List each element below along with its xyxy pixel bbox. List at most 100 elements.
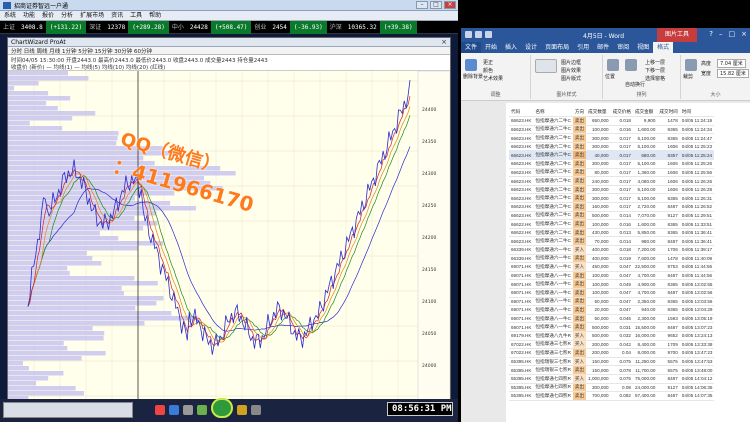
close-icon[interactable]: × — [444, 1, 456, 9]
table-row[interactable]: 65395.HK 恒指瑞银三七熊R 卖出 150,000 0.078 11,700.00 5… — [509, 365, 715, 375]
table-row[interactable]: 66623.HK 恒指摩通六二牛C 卖出 100,000 0.016 1,600.00 83… — [509, 125, 715, 135]
close-icon[interactable]: × — [741, 31, 747, 38]
status-box[interactable] — [3, 402, 133, 418]
table-row[interactable]: 66623.HK 恒指摩通六二牛C 卖出 500,000 0.014 7,070.00 91… — [509, 211, 715, 221]
word-titlebar[interactable]: 4月5日 - Word 图片工具 ? – □ × — [461, 28, 750, 42]
minimize-icon[interactable]: – — [719, 31, 723, 38]
tray-app-icon[interactable] — [169, 405, 179, 415]
price-chart[interactable]: 24400 24350 24300 24250 24200 24150 24100 24050… — [8, 71, 450, 401]
bring-forward-button[interactable]: 上移一层 — [645, 59, 665, 66]
crop-icon[interactable] — [685, 59, 697, 71]
wrap-text-icon[interactable] — [625, 59, 637, 71]
table-row[interactable]: 65395.HK 恒指瑞银三七熊R 买入 150,000 0.075 11,250.00 5… — [509, 357, 715, 367]
table-row[interactable]: 69071.HK 恒指摩通八一牛C 卖出 100,000 0.049 4,900.00 83… — [509, 279, 715, 289]
tab-insert[interactable]: 插入 — [501, 42, 521, 53]
table-cell-time: 04/05 13:05:19 — [679, 314, 715, 324]
tray-app-icon[interactable] — [183, 405, 193, 415]
trades-table[interactable]: 代码 名称 方向 成交数量 成交价格 成交金额 成交时间 时间 66623.HK 恒指摩通六二牛… — [509, 108, 715, 401]
selection-pane-button[interactable]: 选择窗格 — [645, 75, 665, 82]
save-icon[interactable] — [465, 31, 472, 38]
chart-tab[interactable]: ChartWizard ProAt — [11, 39, 66, 46]
table-row[interactable]: 66623.HK 恒指摩通六二牛C 卖出 650,000 0.018 9,900 1478 0… — [509, 116, 715, 126]
tab-format[interactable]: 格式 — [653, 42, 674, 53]
menu-item[interactable]: 功能 — [23, 11, 35, 20]
table-row[interactable]: 66623.HK 恒指摩通六二牛C 卖出 300,000 0.017 5,100.00 16… — [509, 185, 715, 195]
table-row[interactable]: 69071.HK 恒指摩通八一牛C 卖出 500,000 0.031 15,500.00 8… — [509, 322, 715, 332]
wrap-text-button[interactable]: 自动换行 — [625, 81, 645, 88]
tab-design[interactable]: 设计 — [521, 42, 541, 53]
table-row[interactable]: 66623.HK 恒指摩通六二牛C 卖出 240,000 0.017 4,080.00 16… — [509, 176, 715, 186]
position-button[interactable]: 位置 — [605, 73, 615, 80]
table-row[interactable]: 67022.HK 恒指摩通三七熊R 买入 200,000 0.042 8,400.00 17… — [509, 340, 715, 350]
table-row[interactable]: 66339.HK 恒指摩通六一牛C 买入 400,000 0.018 7,200.00 17… — [509, 245, 715, 255]
table-row[interactable]: 69071.HK 恒指摩通八一牛C 卖出 50,000 0.046 2,300.00 159… — [509, 314, 715, 324]
menu-item[interactable]: 工具 — [130, 11, 142, 20]
table-row[interactable]: 55395.HK 恒指摩通七四熊R 卖出 300,000 0.08 24,000.00 91… — [509, 383, 715, 393]
remove-background-button[interactable]: 删除背景 — [463, 73, 483, 80]
width-input[interactable]: 15.82 厘米 — [717, 69, 749, 78]
tab-home[interactable]: 开始 — [481, 42, 501, 53]
table-row[interactable]: 55395.HK 恒指摩通七四熊R 卖出 700,000 0.082 57,400.00 8… — [509, 391, 715, 401]
send-backward-button[interactable]: 下移一层 — [645, 67, 665, 74]
table-row[interactable]: 69071.HK 恒指摩通八一牛C 卖出 50,000 0.047 2,350.00 836… — [509, 297, 715, 307]
crop-button[interactable]: 裁剪 — [683, 73, 693, 80]
table-row[interactable]: 69071.HK 恒指摩通八一牛C 卖出 20,000 0.047 940.00 8365 0… — [509, 305, 715, 315]
height-input[interactable]: 7.04 厘米 — [717, 59, 746, 68]
close-chart-icon[interactable]: × — [441, 38, 447, 46]
tray-app-icon[interactable] — [155, 405, 165, 415]
redo-icon[interactable] — [485, 31, 492, 38]
table-row[interactable]: 66622.HK 恒指摩通六二牛C 卖出 100,000 0.016 1,600.00 83… — [509, 219, 715, 229]
picture-layout-button[interactable]: 图片版式 — [561, 75, 581, 82]
table-row[interactable]: 66623.HK 恒指摩通六二牛C 卖出 80,000 0.017 1,360.00 160… — [509, 168, 715, 178]
table-row[interactable]: 66623.HK 恒指摩通六二牛C 卖出 40,000 0.017 680.00 8357 0… — [509, 150, 715, 161]
tab-review[interactable]: 审阅 — [613, 42, 633, 53]
maximize-icon[interactable]: □ — [729, 31, 736, 38]
table-row[interactable]: 69071.HK 恒指摩通八一牛C 买入 450,000 0.047 22,500.00 9… — [509, 262, 715, 272]
maximize-icon[interactable]: □ — [430, 1, 442, 9]
position-icon[interactable] — [607, 59, 619, 71]
table-row[interactable]: 66623.HK 恒指摩通六二牛C 卖出 300,000 0.017 5,100.00 83… — [509, 193, 715, 204]
menu-item[interactable]: 系统 — [4, 11, 16, 20]
table-row[interactable]: 66623.HK 恒指摩通六二牛C 卖出 300,000 0.017 5,100.00 16… — [509, 142, 715, 152]
table-row[interactable]: 69071.HK 恒指摩通八一牛C 卖出 100,000 0.047 4,700.00 84… — [509, 271, 715, 281]
tab-references[interactable]: 引用 — [573, 42, 593, 53]
menu-item[interactable]: 分析 — [61, 11, 73, 20]
tab-view[interactable]: 视图 — [633, 42, 653, 53]
recording-badge-icon[interactable] — [211, 398, 233, 418]
remove-background-icon[interactable] — [465, 59, 477, 71]
period-selector[interactable]: 分时 日线 周线 月线 1分钟 5分钟 15分钟 30分钟 60分钟 — [11, 47, 152, 55]
table-row[interactable]: 66623.HK 恒指摩通六二牛C 卖出 160,000 0.017 2,720.00 84… — [509, 202, 715, 212]
picture-border-button[interactable]: 图片边框 — [561, 59, 581, 66]
tray-app-icon[interactable] — [251, 405, 261, 415]
table-row[interactable]: 69071.HK 恒指摩通八一牛C 卖出 100,000 0.047 4,700.00 84… — [509, 288, 715, 298]
menu-item[interactable]: 帮助 — [149, 11, 161, 20]
tab-file[interactable]: 文件 — [461, 42, 482, 53]
corrections-button[interactable]: 更正 — [483, 59, 493, 66]
undo-icon[interactable] — [475, 31, 482, 38]
artistic-effects-button[interactable]: 艺术效果 — [483, 75, 503, 82]
trading-app-titlebar[interactable]: 招商证券智远一户通 – □ × — [0, 0, 458, 11]
table-cell-name: 恒指摩通八一牛C — [533, 314, 573, 324]
tab-mailings[interactable]: 邮件 — [593, 42, 613, 53]
menu-item[interactable]: 报价 — [42, 11, 54, 20]
table-cell-name: 恒指摩通八一牛C — [533, 305, 573, 315]
table-row[interactable]: 66623.HK 恒指摩通六二牛C 卖出 300,000 0.017 5,100.00 16… — [509, 159, 715, 169]
table-row[interactable]: 66622.HK 恒指摩通六二牛C 卖出 430,000 0.013 5,850.00 83… — [509, 228, 715, 238]
picture-tools-tab[interactable]: 图片工具 — [657, 28, 697, 42]
tray-app-icon[interactable] — [237, 405, 247, 415]
style-gallery-icon[interactable] — [535, 59, 557, 73]
minimize-icon[interactable]: – — [416, 1, 428, 9]
table-row[interactable]: 66623.HK 恒指摩通六二牛C 卖出 300,000 0.017 5,100.00 83… — [509, 133, 715, 143]
tab-layout[interactable]: 页面布局 — [541, 42, 573, 53]
help-icon[interactable]: ? — [709, 31, 713, 38]
table-row[interactable]: 69179.HK 恒指摩通八九牛R 买入 500,000 0.032 16,000.00 9… — [509, 331, 715, 341]
table-row[interactable]: 66339.HK 恒指摩通六一牛C 卖出 400,000 0.019 7,600.00 14… — [509, 254, 715, 264]
menu-item[interactable]: 资讯 — [111, 11, 123, 20]
menu-item[interactable]: 扩展市场 — [80, 11, 104, 20]
tray-app-icon[interactable] — [197, 405, 207, 415]
color-button[interactable]: 颜色 — [483, 67, 493, 74]
picture-effects-button[interactable]: 图片效果 — [561, 67, 581, 74]
table-row[interactable]: 66623.HK 恒指摩通六二牛C 卖出 70,000 0.014 980.00 8487 0… — [509, 236, 715, 246]
table-row[interactable]: 67022.HK 恒指摩通三七熊R 卖出 200,000 0.04 8,000.00 970… — [509, 348, 715, 358]
table-row[interactable]: 55395.HK 恒指摩通七四熊R 买入 1,000,000 0.075 75,000.0… — [509, 374, 715, 384]
